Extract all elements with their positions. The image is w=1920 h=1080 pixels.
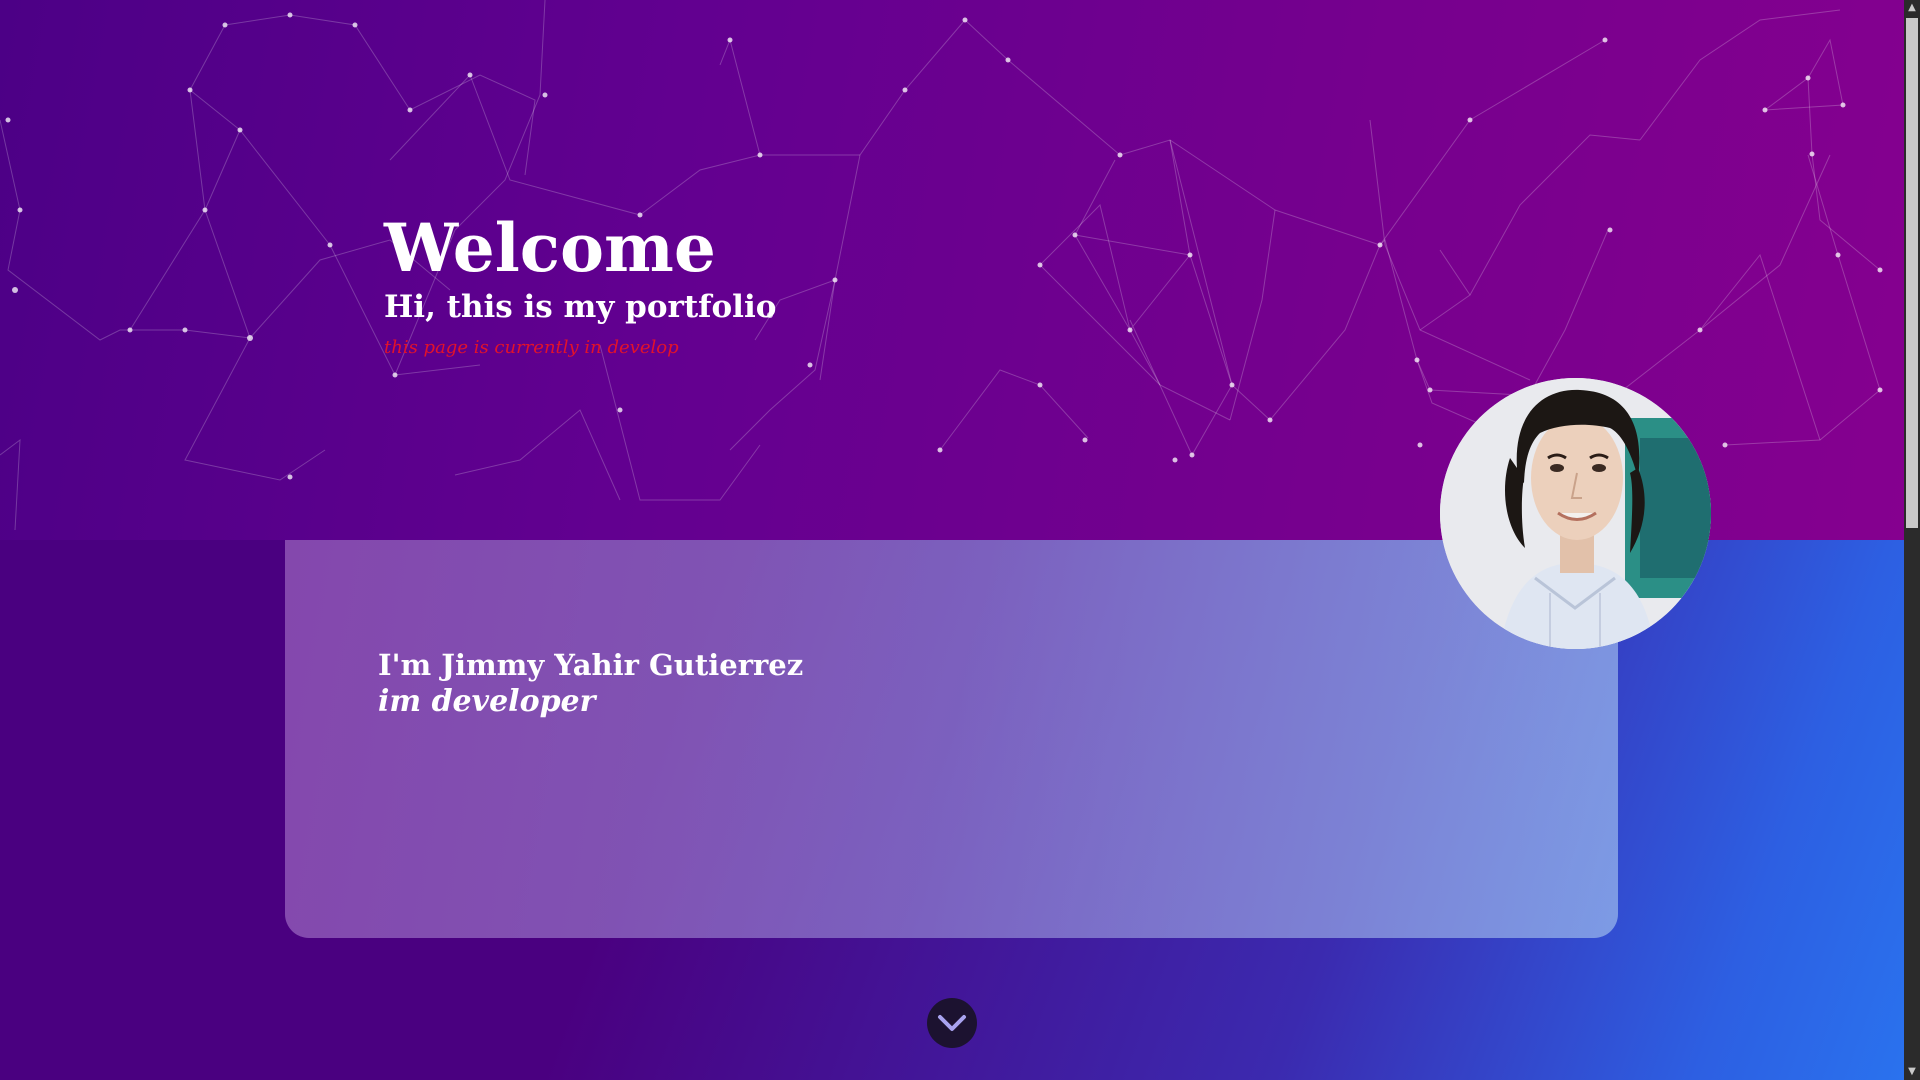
avatar: [1440, 378, 1711, 649]
scroll-up-arrow-icon[interactable]: ▲: [1904, 0, 1920, 16]
intro-card-text: I'm Jimmy Yahir Gutierrez im developer: [378, 648, 803, 719]
page-subtitle: Hi, this is my portfolio: [384, 289, 777, 325]
chevron-down-icon: [938, 1015, 966, 1031]
author-role: im developer: [378, 684, 596, 719]
scrollbar-thumb[interactable]: [1906, 18, 1918, 528]
page-title: Welcome: [384, 209, 716, 287]
vertical-scrollbar[interactable]: ▲ ▼: [1904, 0, 1920, 1080]
intro-card: I'm Jimmy Yahir Gutierrez im developer: [285, 540, 1618, 938]
hero-text: Welcome Hi, this is my portfolio this pa…: [384, 215, 776, 358]
scroll-down-button[interactable]: [927, 998, 977, 1048]
author-name: I'm Jimmy Yahir Gutierrez: [378, 648, 804, 682]
profile-photo-icon: [1440, 378, 1711, 649]
development-notice: this page is currently in develop: [384, 337, 679, 358]
scroll-down-arrow-icon[interactable]: ▼: [1904, 1064, 1920, 1080]
